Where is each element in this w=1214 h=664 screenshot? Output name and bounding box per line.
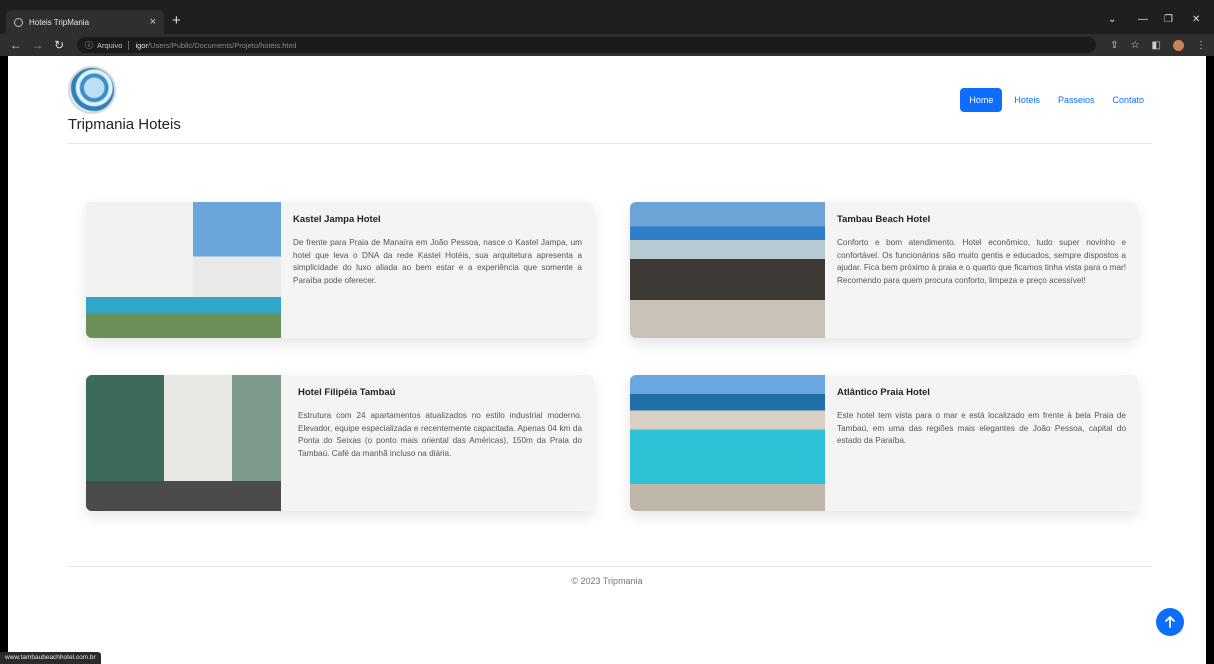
window-close-icon[interactable]: ✕ [1192,14,1200,25]
side-panel-icon[interactable]: ◧ [1152,40,1161,51]
hotel-card-kastel: Kastel Jampa Hotel De frente para Praia … [86,202,594,338]
hotel-image-atlantico [630,375,825,511]
menu-kebab-icon[interactable]: ⋮ [1196,40,1206,51]
status-bar-url: www.tambaubeachhotel.com.br [0,652,101,664]
tab-search-icon[interactable]: ⌄ [1108,14,1116,25]
close-tab-icon[interactable]: × [150,16,156,28]
tab-bar: Hoteis TripMania × + ⌄ — ❐ ✕ [0,6,1214,34]
hotel-image-kastel [86,202,281,338]
new-tab-button[interactable]: + [172,13,181,28]
hotel-description: De frente para Praia de Manaíra em João … [293,238,582,285]
logo-image [68,66,116,114]
back-to-top-button[interactable] [1156,608,1184,636]
back-icon[interactable]: ← [8,38,24,52]
browser-chrome: Hoteis TripMania × + ⌄ — ❐ ✕ ← → ↻ ⓘ Arq… [0,0,1214,56]
profile-avatar[interactable] [1173,39,1184,51]
hotel-image-tambau-beach [630,202,825,338]
hotel-description: Conforto e bom atendimento. Hotel econôm… [837,238,1126,285]
forward-icon[interactable]: → [30,38,46,52]
main-nav: Home Hoteis Passeios Contato [960,88,1150,112]
hotel-name: Atlântico Praia Hotel [837,387,930,398]
bookmark-star-icon[interactable]: ☆ [1131,40,1140,51]
browser-toolbar: ← → ↻ ⓘ Arquivo igor /Users/Public/Docum… [0,34,1214,56]
hotel-name: Tambau Beach Hotel [837,214,931,225]
nav-passeios[interactable]: Passeios [1052,88,1101,112]
hotel-description: Estrutura com 24 apartamentos atualizado… [298,411,582,458]
nav-contato[interactable]: Contato [1106,88,1150,112]
hotel-description: Este hotel tem vista para o mar e está l… [837,411,1126,446]
globe-icon [14,17,23,27]
footer-divider [68,566,1152,567]
hotel-image-filipeia [86,375,281,511]
brand-title: Tripmania Hoteis [68,116,181,133]
tab-title: Hoteis TripMania [29,17,90,27]
toolbar-actions: ⇪ ☆ ◧ ⋮ [1110,39,1206,51]
address-bar[interactable]: ⓘ Arquivo igor /Users/Public/Documents/P… [77,37,1097,53]
hotel-card-tambau-beach: Tambau Beach Hotel Conforto e bom atendi… [630,202,1138,338]
restore-icon[interactable]: ❐ [1164,14,1173,25]
browser-tab[interactable]: Hoteis TripMania × [6,10,164,34]
address-separator [128,40,130,50]
web-page: Tripmania Hoteis Home Hoteis Passeios Co… [8,56,1206,664]
nav-home[interactable]: Home [960,88,1003,112]
info-icon[interactable]: ⓘ [85,40,93,51]
hotel-card-atlantico: Atlântico Praia Hotel Este hotel tem vis… [630,375,1138,511]
arrow-up-icon [1165,616,1175,628]
hotel-name: Kastel Jampa Hotel [293,214,381,225]
reload-icon[interactable]: ↻ [51,38,67,52]
hotel-name: Hotel Filipéia Tambaú [298,387,396,398]
minimize-icon[interactable]: — [1138,14,1148,25]
hotel-card-filipeia: Hotel Filipéia Tambaú Estrutura com 24 a… [86,375,594,511]
footer-copyright: © 2023 Tripmania [571,576,643,586]
address-host: igor [135,40,148,50]
address-scheme: Arquivo [97,40,123,50]
nav-hoteis[interactable]: Hoteis [1008,88,1046,112]
address-path: /Users/Public/Documents/Projeto/hoteis.h… [147,40,297,50]
share-icon[interactable]: ⇪ [1110,40,1118,51]
header-divider [68,143,1152,144]
